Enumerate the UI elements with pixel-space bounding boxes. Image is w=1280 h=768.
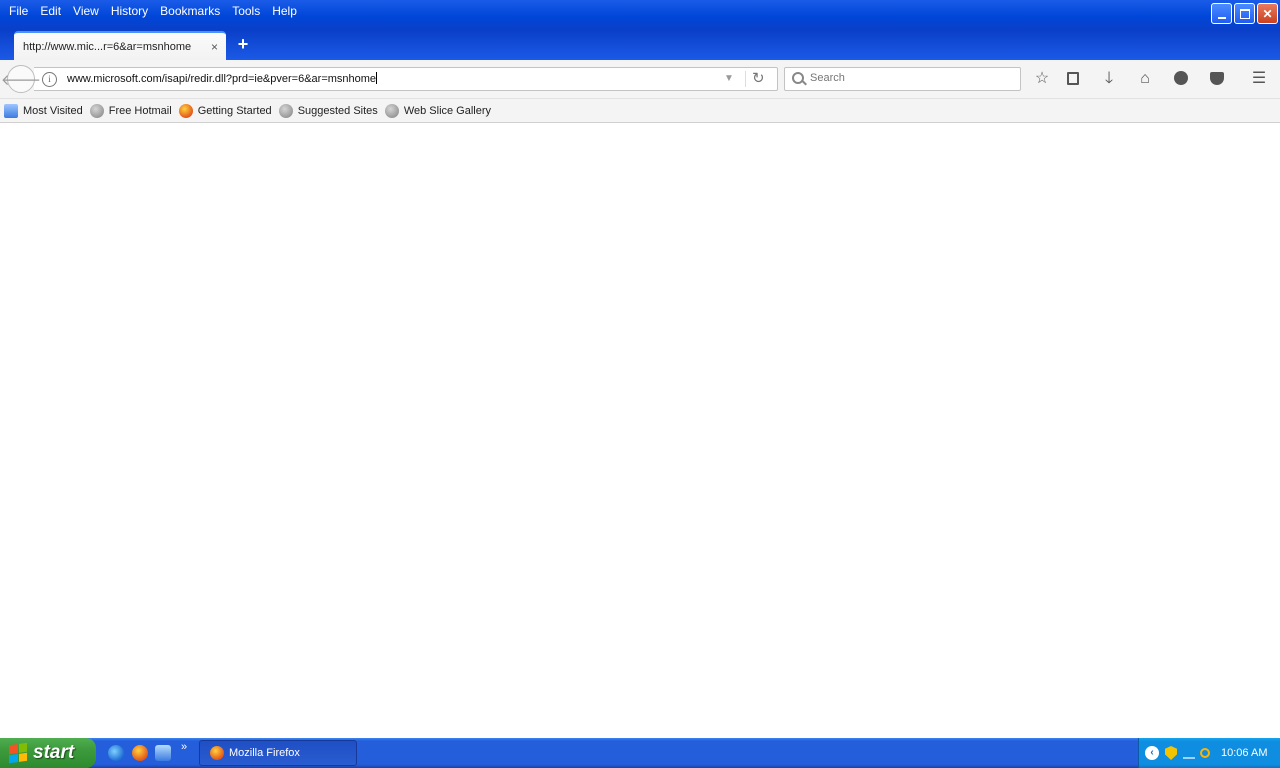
site-info-icon[interactable]: i — [42, 72, 57, 87]
bookmark-most-visited[interactable]: Most Visited — [4, 103, 83, 118]
search-icon — [792, 72, 804, 84]
search-box[interactable]: Search — [784, 67, 1021, 91]
downloads-icon[interactable]: 🡓 — [1099, 69, 1119, 89]
bookmark-star-icon[interactable]: ☆ — [1032, 69, 1052, 89]
close-window-button[interactable]: ✕ — [1257, 3, 1278, 24]
tray-search-icon[interactable] — [1200, 748, 1210, 758]
url-dropdown-icon[interactable]: ▼ — [724, 70, 734, 88]
clock: 10:06 AM — [1221, 747, 1268, 759]
taskbar-firefox-button[interactable]: Mozilla Firefox — [199, 740, 357, 766]
firefox-quicklaunch-icon[interactable] — [132, 745, 148, 761]
menu-bar: File Edit View History Bookmarks Tools H… — [4, 2, 304, 20]
chat-quicklaunch-icon[interactable] — [155, 745, 171, 761]
security-shield-icon[interactable] — [1165, 746, 1177, 760]
url-separator — [745, 71, 746, 87]
tab-strip: http://www.mic...r=6&ar=msnhome × — [0, 30, 1280, 60]
menu-file[interactable]: File — [4, 2, 33, 20]
home-icon[interactable]: ⌂ — [1135, 69, 1155, 89]
url-bar[interactable]: i www.microsoft.com/isapi/redir.dll?prd=… — [34, 67, 778, 91]
restore-button[interactable] — [1234, 3, 1255, 24]
minimize-icon — [1217, 16, 1226, 19]
taskbar: start » Mozilla Firefox ‹ 10:06 AM — [0, 738, 1280, 768]
bookmark-getting-started[interactable]: Getting Started — [178, 103, 272, 118]
bookmark-web-slice-gallery[interactable]: Web Slice Gallery — [384, 103, 491, 118]
window-titlebar: File Edit View History Bookmarks Tools H… — [0, 0, 1280, 30]
back-button[interactable]: 🡐 — [1, 65, 41, 93]
windows-logo-icon — [9, 742, 27, 764]
reload-icon[interactable]: ↻ — [752, 69, 765, 89]
search-input[interactable]: Search — [810, 72, 845, 84]
tab-title: http://www.mic...r=6&ar=msnhome — [23, 40, 192, 53]
reading-list-icon[interactable] — [1063, 69, 1083, 89]
tray-expand-icon[interactable]: ‹ — [1145, 746, 1159, 760]
back-arrow-icon: 🡐 — [0, 71, 42, 89]
bookmarks-toolbar: Most Visited Free Hotmail Getting Starte… — [0, 99, 1280, 123]
url-input[interactable]: www.microsoft.com/isapi/redir.dll?prd=ie… — [67, 72, 378, 85]
taskbar-task-label: Mozilla Firefox — [229, 747, 300, 759]
menu-help[interactable]: Help — [267, 2, 302, 20]
globe-icon — [89, 103, 104, 118]
restore-icon — [1239, 8, 1250, 19]
hamburger-menu-icon[interactable]: ☰ — [1249, 69, 1269, 89]
start-button[interactable]: start — [0, 738, 96, 768]
firefox-icon — [178, 103, 193, 118]
globe-icon — [278, 103, 293, 118]
navigation-toolbar: i www.microsoft.com/isapi/redir.dll?prd=… — [0, 60, 1280, 99]
start-label: start — [33, 742, 75, 763]
menu-view[interactable]: View — [68, 2, 104, 20]
tab-active[interactable]: http://www.mic...r=6&ar=msnhome × — [14, 31, 226, 60]
text-caret — [376, 72, 378, 84]
window-controls: ✕ — [1209, 3, 1278, 24]
firefox-icon — [210, 746, 224, 760]
menu-bookmarks[interactable]: Bookmarks — [155, 2, 225, 20]
minimize-button[interactable] — [1211, 3, 1232, 24]
menu-edit[interactable]: Edit — [35, 2, 66, 20]
globe-icon — [384, 103, 399, 118]
close-icon: ✕ — [1262, 6, 1273, 21]
tab-close-icon[interactable]: × — [211, 40, 218, 54]
internet-explorer-icon[interactable] — [108, 745, 124, 761]
quicklaunch-more-icon[interactable]: » — [181, 741, 187, 753]
hello-icon[interactable] — [1171, 69, 1191, 89]
new-tab-button[interactable]: + — [234, 34, 252, 54]
folder-icon — [4, 103, 18, 118]
network-icon[interactable] — [1183, 747, 1195, 759]
menu-history[interactable]: History — [106, 2, 153, 20]
page-content — [0, 123, 1280, 738]
pocket-icon[interactable] — [1207, 69, 1227, 89]
bookmark-suggested-sites[interactable]: Suggested Sites — [278, 103, 378, 118]
menu-tools[interactable]: Tools — [227, 2, 265, 20]
bookmark-free-hotmail[interactable]: Free Hotmail — [89, 103, 172, 118]
system-tray: ‹ 10:06 AM — [1138, 738, 1280, 768]
